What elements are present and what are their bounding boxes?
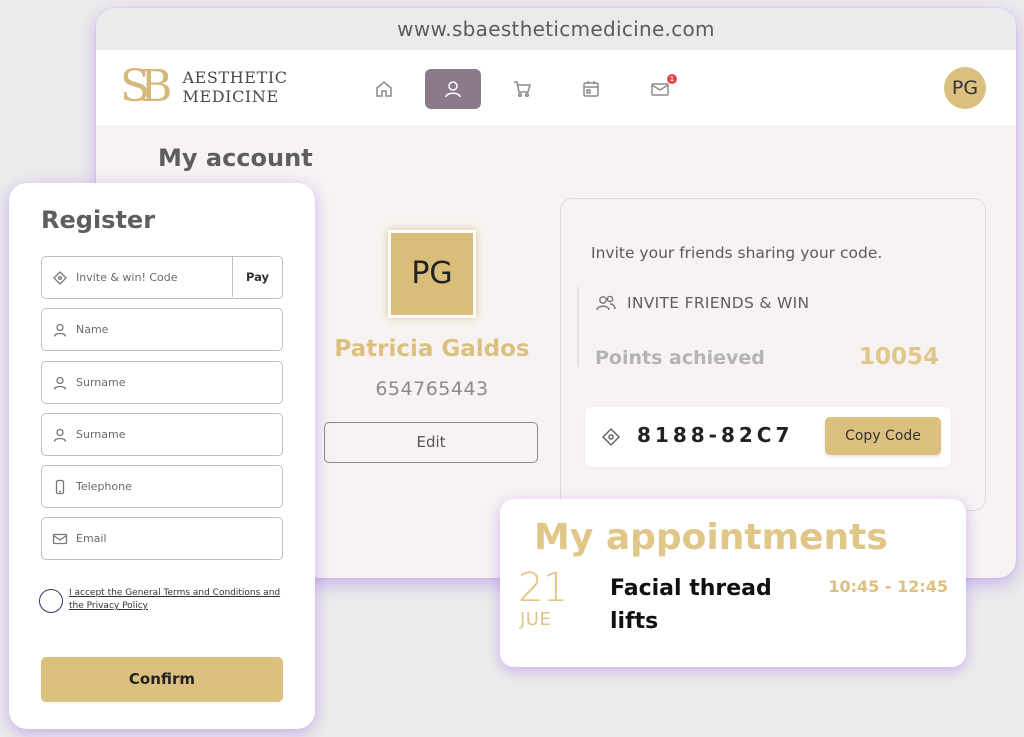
register-title: Register xyxy=(41,206,156,234)
telephone-field[interactable]: Telephone xyxy=(41,465,283,508)
referral-code-box: 8188-82C7 Copy Code xyxy=(585,407,951,467)
ticket-icon xyxy=(601,427,621,447)
surname-placeholder: Surname xyxy=(76,376,126,389)
user-icon xyxy=(53,323,67,337)
name-field[interactable]: Name xyxy=(41,308,283,351)
logo-line-2: MEDICINE xyxy=(182,87,279,106)
appointment-service[interactable]: Facial thread lifts xyxy=(610,572,800,638)
nav-calendar-button[interactable] xyxy=(563,69,619,109)
mail-badge: 1 xyxy=(667,74,677,84)
nav-home-button[interactable] xyxy=(356,69,412,109)
ticket-icon xyxy=(53,270,67,285)
appointments-card: My appointments 21 JUE Facial thread lif… xyxy=(500,499,966,667)
invite-prompt: Invite your friends sharing your code. xyxy=(591,244,883,262)
appointment-day: 21 xyxy=(518,565,568,611)
users-icon xyxy=(596,295,616,311)
surname-field[interactable]: Surname xyxy=(41,361,283,404)
surname-field-2[interactable]: Surname xyxy=(41,413,283,456)
logo[interactable]: SB AESTHETIC MEDICINE xyxy=(120,65,288,109)
calendar-icon xyxy=(583,81,599,97)
user-icon xyxy=(445,81,461,98)
cart-icon xyxy=(514,81,531,98)
appointment-time: 10:45 - 12:45 xyxy=(828,577,948,596)
top-nav: SB AESTHETIC MEDICINE 1 PG xyxy=(96,50,1016,125)
avatar[interactable]: PG xyxy=(944,67,986,109)
referral-code: 8188-82C7 xyxy=(637,423,794,447)
profile-phone: 654765443 xyxy=(375,378,489,400)
terms-link[interactable]: I accept the General Terms and Condition… xyxy=(69,587,281,613)
invite-code-field[interactable]: Invite & win! Code Pay xyxy=(41,256,283,299)
home-icon xyxy=(376,81,392,97)
register-panel: Register Invite & win! Code Pay Name Sur… xyxy=(9,183,315,729)
logo-line-1: AESTHETIC xyxy=(182,68,288,87)
pay-button[interactable]: Pay xyxy=(232,257,282,297)
invite-heading: INVITE FRIENDS & WIN xyxy=(595,294,809,312)
appointments-title: My appointments xyxy=(534,517,888,558)
divider xyxy=(577,287,579,367)
profile-initials: PG xyxy=(388,230,476,318)
page-title: My account xyxy=(158,144,313,172)
invite-card: Invite your friends sharing your code. I… xyxy=(560,198,986,511)
invite-heading-text: INVITE FRIENDS & WIN xyxy=(627,294,810,312)
email-placeholder: Email xyxy=(76,532,107,545)
confirm-button[interactable]: Confirm xyxy=(41,657,283,702)
logo-mark: SB xyxy=(120,61,173,112)
edit-button[interactable]: Edit xyxy=(324,422,538,463)
invite-code-placeholder: Invite & win! Code xyxy=(76,271,178,284)
name-placeholder: Name xyxy=(76,323,109,336)
email-field[interactable]: Email xyxy=(41,517,283,560)
nav-cart-button[interactable] xyxy=(494,69,550,109)
copy-code-button[interactable]: Copy Code xyxy=(825,417,941,455)
profile-name: Patricia Galdos xyxy=(334,336,530,362)
telephone-placeholder: Telephone xyxy=(76,480,132,493)
nav-mail-button[interactable]: 1 xyxy=(632,69,688,109)
appointment-month: JUE xyxy=(520,609,552,630)
terms-radio[interactable] xyxy=(39,589,63,613)
user-icon xyxy=(53,428,67,442)
points-value: 10054 xyxy=(858,344,939,370)
logo-text: AESTHETIC MEDICINE xyxy=(182,68,287,106)
surname-placeholder-2: Surname xyxy=(76,428,126,441)
terms-row: I accept the General Terms and Condition… xyxy=(39,587,281,613)
user-icon xyxy=(53,376,67,390)
nav-icons: 1 xyxy=(356,69,701,109)
phone-icon xyxy=(55,479,65,494)
mail-icon xyxy=(52,533,68,544)
url-bar[interactable]: www.sbaestheticmedicine.com xyxy=(96,8,1016,50)
nav-account-button[interactable] xyxy=(425,69,481,109)
points-label: Points achieved xyxy=(595,347,765,369)
